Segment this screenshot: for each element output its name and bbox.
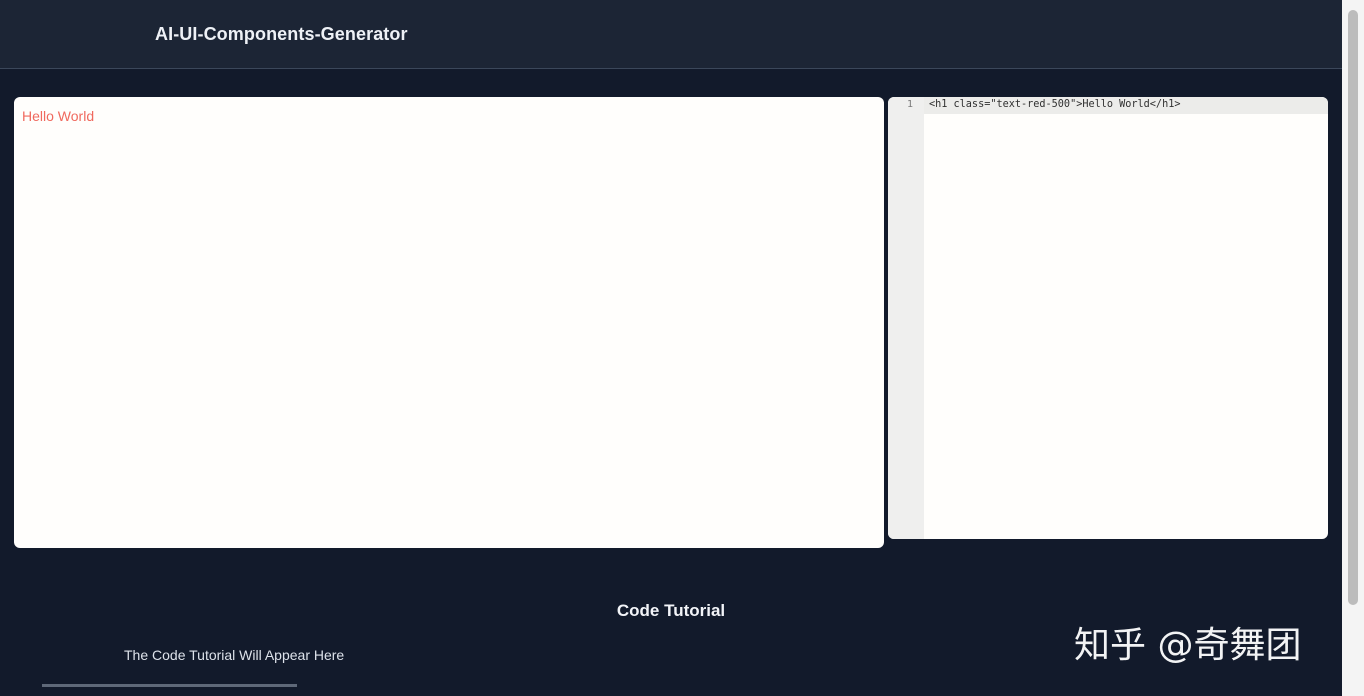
bottom-divider — [42, 684, 297, 687]
code-editor[interactable]: 1 <h1 class="text-red-500">Hello World</… — [888, 97, 1328, 539]
vertical-scrollbar[interactable] — [1342, 0, 1364, 696]
app-title: AI-UI-Components-Generator — [155, 24, 408, 44]
line-number: 1 — [906, 99, 913, 110]
tutorial-body: The Code Tutorial Will Appear Here — [124, 647, 345, 663]
preview-panel: Hello World — [14, 97, 884, 548]
scrollbar-thumb[interactable] — [1348, 10, 1358, 605]
watermark: 知乎 @奇舞团 — [1074, 625, 1302, 666]
app-header: AI-UI-Components-Generator — [0, 0, 1342, 69]
app-frame: AI-UI-Components-Generator Hello World 1… — [0, 0, 1364, 696]
preview-heading: Hello World — [22, 108, 95, 124]
code-line[interactable]: <h1 class="text-red-500">Hello World</h1… — [929, 99, 1180, 110]
line-number-gutter: 1 — [888, 97, 924, 539]
